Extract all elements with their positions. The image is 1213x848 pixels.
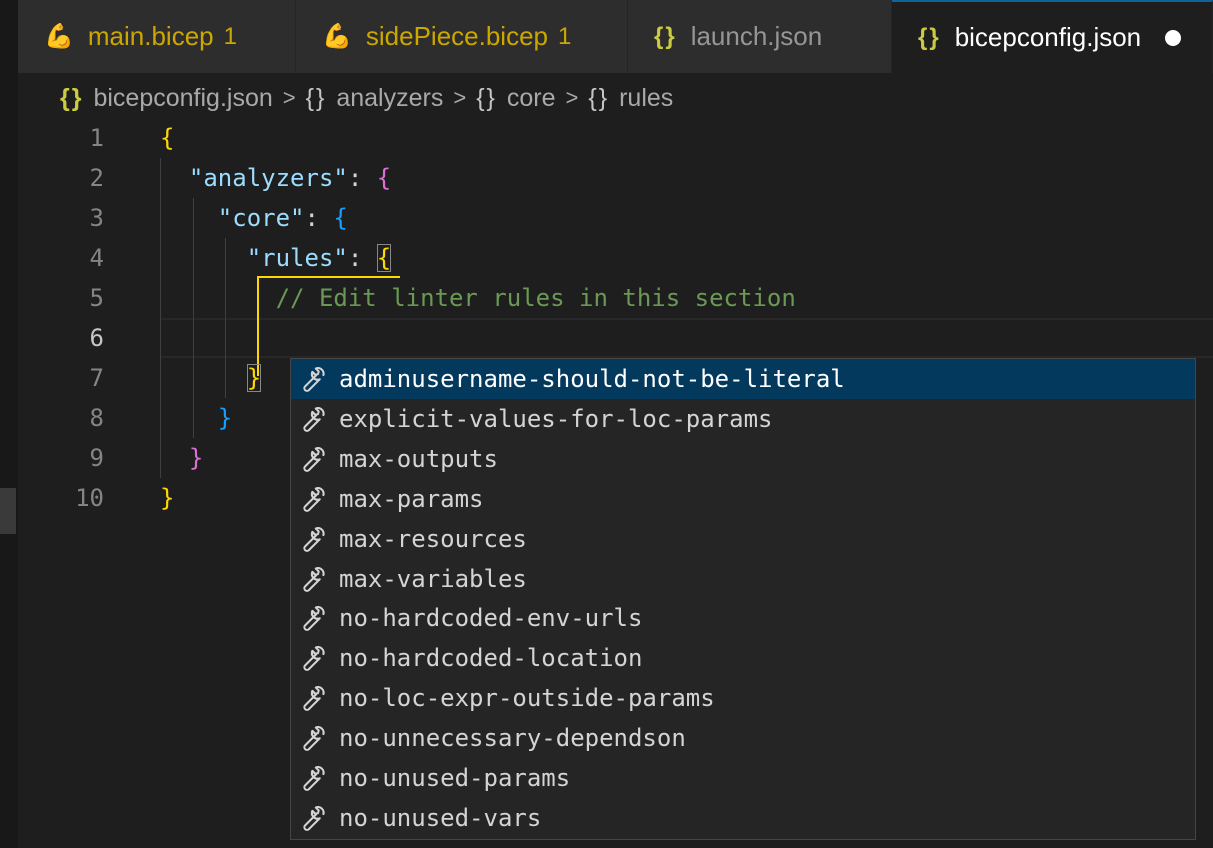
object-icon: {} (588, 83, 610, 112)
suggestion-label: adminusername-should-not-be-literal (339, 365, 845, 393)
suggestion-item[interactable]: no-unused-params (291, 758, 1195, 798)
line-number: 9 (89, 444, 104, 472)
suggestion-label: max-variables (339, 564, 527, 593)
wrench-icon (297, 562, 331, 596)
code-comment: // Edit linter rules in this section (275, 284, 796, 312)
breadcrumb-item[interactable]: rules (619, 84, 673, 113)
suggestion-item[interactable]: no-hardcoded-location (291, 638, 1195, 678)
suggestion-item[interactable]: max-variables (291, 559, 1195, 599)
tab-label: main.bicep (87, 21, 214, 51)
code-line: 4 "rules": { (18, 238, 1213, 278)
tab-sidepiece-bicep[interactable]: 💪 sidePiece.bicep 1 (296, 0, 628, 73)
wrench-icon (297, 362, 331, 396)
code-line: 5 // Edit linter rules in this section (18, 278, 1213, 318)
activity-strip (0, 0, 18, 848)
bicep-icon: 💪 (322, 23, 352, 50)
suggestion-item[interactable]: explicit-values-for-loc-params (291, 399, 1195, 439)
suggestion-label: max-resources (339, 524, 527, 553)
matched-brace: } (246, 364, 262, 392)
object-icon: {} (476, 83, 497, 112)
suggestion-label: max-params (339, 484, 484, 513)
suggestion-item[interactable]: no-unused-vars (291, 798, 1195, 838)
brace: { (160, 124, 175, 152)
line-number: 7 (89, 364, 104, 392)
json-key: "core" (217, 204, 305, 232)
suggestion-item[interactable]: no-hardcoded-env-urls (291, 598, 1195, 638)
editor-tab-bar: 💪 main.bicep 1 💪 sidePiece.bicep 1 {} la… (18, 0, 1213, 73)
suggestion-item[interactable]: no-unnecessary-dependson (291, 718, 1195, 758)
problem-count-badge: 1 (558, 22, 572, 50)
wrench-icon (297, 681, 331, 715)
json-icon: {} (654, 22, 677, 50)
wrench-icon (297, 601, 331, 635)
wrench-icon (297, 522, 331, 556)
suggestion-label: explicit-values-for-loc-params (339, 404, 773, 433)
suggestion-label: no-hardcoded-env-urls (339, 604, 643, 633)
line-number: 3 (89, 204, 104, 232)
object-icon: {} (305, 83, 327, 112)
breadcrumb: {} bicepconfig.json > {} analyzers > {} … (60, 80, 673, 116)
suggestion-label: no-unused-vars (339, 803, 542, 832)
suggestion-label: no-unnecessary-dependson (339, 724, 686, 753)
suggestion-widget: adminusername-should-not-be-literal expli… (290, 358, 1196, 840)
suggestion-label: no-hardcoded-location (339, 644, 643, 673)
breadcrumb-item[interactable]: analyzers (336, 84, 443, 113)
line-number: 8 (89, 404, 104, 432)
colon: : (304, 204, 334, 232)
wrench-icon (297, 442, 331, 476)
wrench-icon (297, 801, 331, 835)
wrench-icon (297, 761, 331, 795)
tab-label: launch.json (690, 21, 823, 51)
suggestion-item[interactable]: max-params (291, 479, 1195, 519)
wrench-icon (297, 641, 331, 675)
code-line-current: 6 (18, 318, 1213, 358)
code-line: 3 "core": { (18, 198, 1213, 238)
chevron-right-icon: > (453, 85, 467, 110)
brace: } (217, 404, 233, 432)
bicep-icon: 💪 (44, 23, 74, 50)
suggestion-label: no-unused-params (339, 764, 571, 792)
matched-brace: { (376, 244, 392, 272)
breadcrumb-item[interactable]: core (507, 84, 556, 113)
tab-bicepconfig-json[interactable]: {} bicepconfig.json (892, 0, 1213, 73)
colon: : (347, 164, 377, 192)
wrench-icon (297, 402, 331, 436)
tab-launch-json[interactable]: {} launch.json (628, 0, 892, 73)
line-number: 2 (89, 164, 104, 192)
tab-label: bicepconfig.json (954, 22, 1142, 52)
chevron-right-icon: > (565, 85, 579, 110)
line-number: 1 (89, 124, 104, 152)
json-key: "rules" (246, 244, 348, 272)
brace: { (333, 204, 348, 232)
suggestion-item[interactable]: adminusername-should-not-be-literal (291, 359, 1195, 399)
colon: : (347, 244, 377, 272)
wrench-icon (297, 482, 331, 516)
code-line: 1 { (18, 118, 1213, 158)
json-icon: {} (60, 83, 84, 112)
json-key: "analyzers" (188, 164, 348, 192)
wrench-icon (297, 721, 331, 755)
tab-label: sidePiece.bicep (365, 21, 549, 51)
tab-main-bicep[interactable]: 💪 main.bicep 1 (18, 0, 296, 73)
line-number: 6 (89, 324, 104, 352)
json-icon: {} (918, 23, 941, 51)
code-line: 2 "analyzers": { (18, 158, 1213, 198)
brace: } (160, 484, 175, 512)
problem-count-badge: 1 (223, 22, 237, 50)
breadcrumb-item[interactable]: bicepconfig.json (93, 84, 272, 113)
chevron-right-icon: > (282, 85, 296, 110)
line-number: 10 (75, 484, 104, 512)
brace: } (188, 444, 204, 472)
suggestion-item[interactable]: no-loc-expr-outside-params (291, 678, 1195, 718)
suggestion-item[interactable]: max-outputs (291, 439, 1195, 479)
suggestion-label: max-outputs (339, 444, 498, 473)
suggestion-item[interactable]: max-resources (291, 519, 1195, 559)
line-number: 4 (89, 244, 104, 272)
activity-marker (0, 488, 16, 534)
unsaved-dot-icon[interactable] (1165, 29, 1182, 46)
suggestion-label: no-loc-expr-outside-params (339, 684, 715, 713)
line-number: 5 (89, 284, 104, 312)
brace: { (376, 164, 392, 192)
